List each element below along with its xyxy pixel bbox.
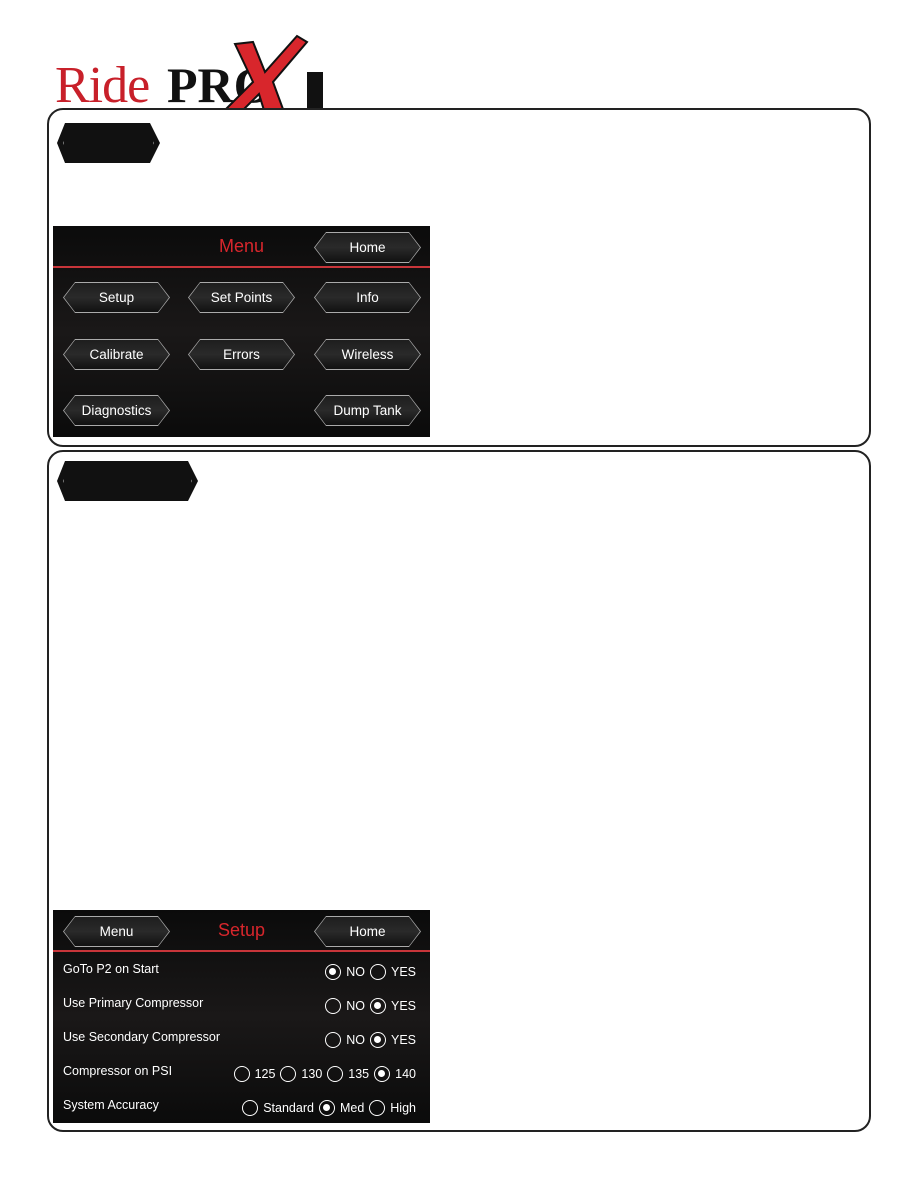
- dump-tank-button[interactable]: Dump Tank: [314, 395, 421, 426]
- radio-group: NO YES: [325, 964, 416, 980]
- radio-group: Standard Med High: [242, 1100, 416, 1116]
- radio-button[interactable]: [369, 1100, 386, 1116]
- menu-screen: Menu Home Setup Set Points Info Calibrat…: [53, 226, 430, 437]
- radio-option[interactable]: YES: [369, 998, 416, 1014]
- radio-button[interactable]: [325, 1032, 342, 1048]
- radio-option[interactable]: NO: [325, 1032, 365, 1048]
- radio-group: NO YES: [325, 1032, 416, 1048]
- setup-screen: Setup Menu Home GoTo P2 on Start NO YES Use…: [53, 910, 430, 1123]
- calibrate-button[interactable]: Calibrate: [63, 339, 170, 370]
- section-tab: [57, 461, 198, 501]
- radio-button[interactable]: [325, 964, 342, 980]
- radio-option[interactable]: 140: [374, 1066, 416, 1082]
- radio-button[interactable]: [242, 1100, 259, 1116]
- setting-label: GoTo P2 on Start: [63, 962, 159, 976]
- option-label: 135: [348, 1067, 370, 1081]
- radio-button[interactable]: [280, 1066, 297, 1082]
- radio-option[interactable]: Med: [318, 1100, 365, 1116]
- home-button[interactable]: Home: [314, 232, 421, 263]
- setting-label: Use Secondary Compressor: [63, 1030, 221, 1044]
- home-button[interactable]: Home: [314, 916, 421, 947]
- button-label: Errors: [189, 340, 294, 369]
- radio-group: 125 130 135 140: [233, 1066, 416, 1082]
- button-label: Diagnostics: [64, 396, 169, 425]
- option-label: High: [390, 1101, 416, 1115]
- setting-row: Use Primary Compressor NO YES: [63, 996, 416, 1018]
- set-points-button[interactable]: Set Points: [188, 282, 295, 313]
- radio-option[interactable]: YES: [369, 1032, 416, 1048]
- errors-button[interactable]: Errors: [188, 339, 295, 370]
- info-button[interactable]: Info: [314, 282, 421, 313]
- logo-ride-text: Ride: [55, 57, 150, 114]
- radio-option[interactable]: 125: [233, 1066, 276, 1082]
- logo-bar: [307, 72, 323, 108]
- radio-button[interactable]: [327, 1066, 344, 1082]
- option-label: 125: [254, 1067, 276, 1081]
- option-label: NO: [346, 1033, 365, 1047]
- radio-button[interactable]: [369, 964, 386, 980]
- radio-group: NO YES: [325, 998, 416, 1014]
- home-label: Home: [315, 233, 420, 262]
- radio-button[interactable]: [369, 998, 386, 1014]
- option-label: NO: [346, 965, 365, 979]
- radio-option[interactable]: YES: [369, 964, 416, 980]
- option-label: YES: [390, 999, 416, 1013]
- button-label: Wireless: [315, 340, 420, 369]
- button-label: Menu: [64, 917, 169, 946]
- wireless-button[interactable]: Wireless: [314, 339, 421, 370]
- radio-option[interactable]: NO: [325, 964, 365, 980]
- setup-button[interactable]: Setup: [63, 282, 170, 313]
- setting-row: Use Secondary Compressor NO YES: [63, 1030, 416, 1052]
- option-label: YES: [390, 965, 416, 979]
- radio-option[interactable]: NO: [325, 998, 365, 1014]
- button-label: Dump Tank: [315, 396, 420, 425]
- button-label: Set Points: [189, 283, 294, 312]
- radio-button[interactable]: [233, 1066, 250, 1082]
- setting-label: Use Primary Compressor: [63, 996, 204, 1010]
- setting-row: System Accuracy Standard Med High: [63, 1098, 416, 1120]
- radio-option[interactable]: 130: [280, 1066, 322, 1082]
- button-label: Setup: [64, 283, 169, 312]
- button-label: Calibrate: [64, 340, 169, 369]
- option-label: 140: [395, 1067, 416, 1081]
- section-tab: [57, 123, 160, 163]
- radio-option[interactable]: High: [369, 1100, 416, 1116]
- radio-button[interactable]: [369, 1032, 386, 1048]
- button-label: Home: [315, 917, 420, 946]
- setting-label: System Accuracy: [63, 1098, 159, 1112]
- option-label: Standard: [263, 1101, 314, 1115]
- radio-button[interactable]: [325, 998, 342, 1014]
- radio-option[interactable]: 135: [327, 1066, 369, 1082]
- setting-row: GoTo P2 on Start NO YES: [63, 962, 416, 984]
- option-label: YES: [390, 1033, 416, 1047]
- radio-option[interactable]: Standard: [242, 1100, 314, 1116]
- setting-label: Compressor on PSI: [63, 1064, 173, 1078]
- button-label: Info: [315, 283, 420, 312]
- option-label: NO: [346, 999, 365, 1013]
- menu-button[interactable]: Menu: [63, 916, 170, 947]
- option-label: Med: [339, 1101, 365, 1115]
- option-label: 130: [301, 1067, 323, 1081]
- diagnostics-button[interactable]: Diagnostics: [63, 395, 170, 426]
- setting-row: Compressor on PSI 125 130 135 140: [63, 1064, 416, 1086]
- radio-button[interactable]: [374, 1066, 391, 1082]
- radio-button[interactable]: [318, 1100, 335, 1116]
